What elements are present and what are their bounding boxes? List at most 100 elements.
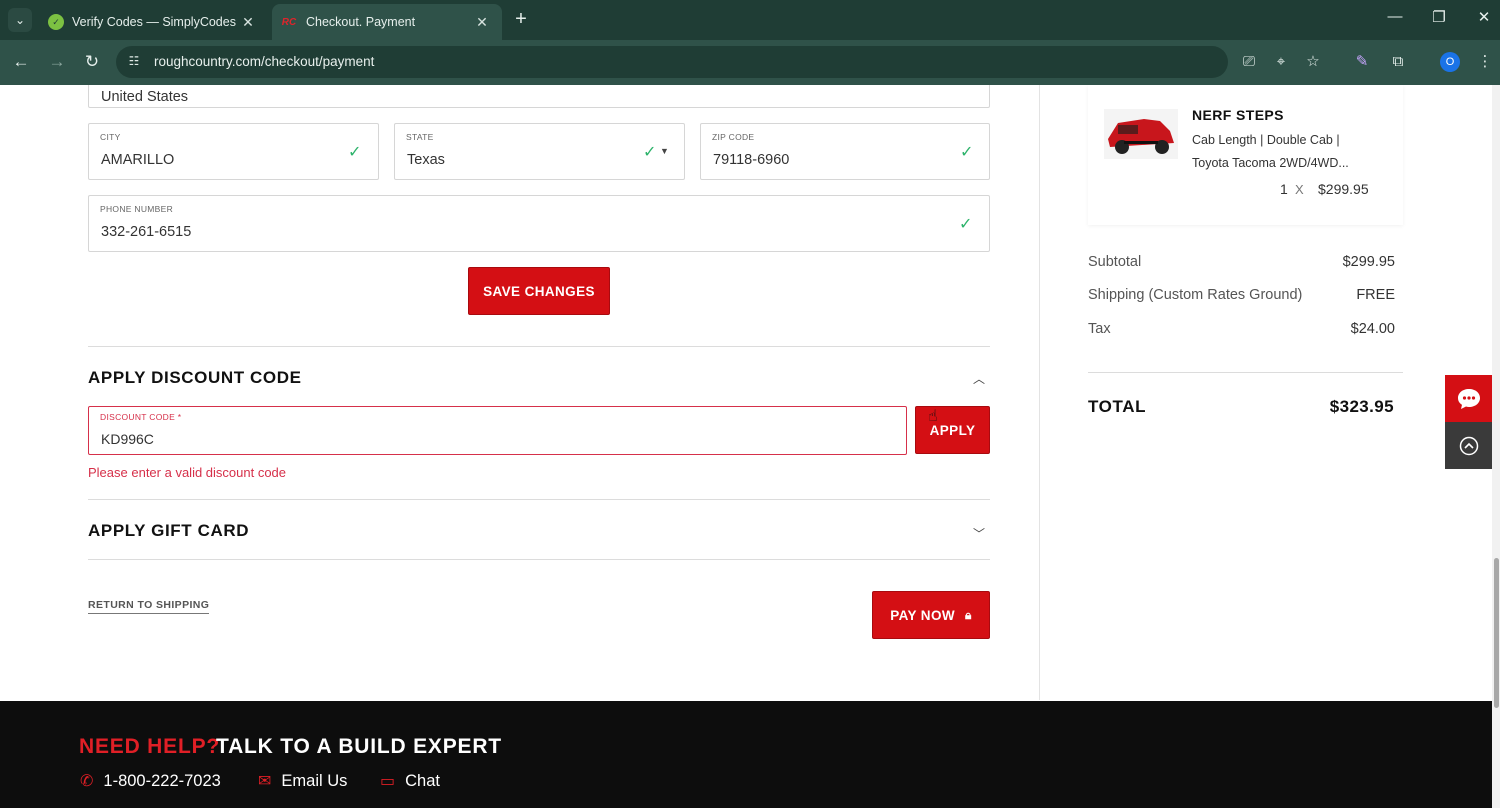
state-value: Texas (407, 152, 445, 168)
phone-icon: ✆ (80, 773, 94, 790)
tab-verify-codes[interactable]: ✓ Verify Codes — SimplyCodes ✕ (40, 4, 268, 40)
roughcountry-icon: RC (281, 16, 297, 28)
tab-title: Verify Codes — SimplyCodes (72, 15, 236, 29)
phone-field[interactable]: PHONE NUMBER 332-261-6515 ✓ (88, 195, 990, 252)
subtotal-value: $299.95 (1342, 254, 1395, 270)
nerf-steps-product-image (1104, 109, 1178, 159)
state-label: STATE (406, 132, 434, 142)
total-value: $323.95 (1329, 397, 1394, 416)
scrollbar-thumb[interactable] (1494, 558, 1499, 708)
country-value: United States (101, 89, 189, 105)
location-icon[interactable]: ⌖ (1270, 52, 1292, 74)
simplycodes-icon: ✓ (48, 14, 64, 30)
discount-code-label: DISCOUNT CODE * (100, 412, 182, 422)
divider (1088, 372, 1403, 373)
check-icon: ✓ (959, 216, 973, 233)
tax-label: Tax (1088, 321, 1111, 337)
tab-title: Checkout. Payment (306, 15, 416, 29)
subtotal-label: Subtotal (1088, 254, 1142, 270)
check-icon: ✓ (643, 144, 657, 161)
extensions-puzzle-icon[interactable]: ⧉ (1387, 52, 1409, 74)
apply-discount-button[interactable]: APPLY (915, 406, 990, 454)
talk-expert-heading: TALK TO A BUILD EXPERT (216, 735, 502, 758)
phone-contact-link[interactable]: ✆ 1-800-222-7023 (80, 771, 221, 791)
chat-bubble-icon (1457, 388, 1480, 409)
zip-field[interactable]: ZIP CODE 79118-6960 ✓ (700, 123, 990, 180)
city-value: AMARILLO (101, 152, 175, 168)
product-desc-line: Toyota Tacoma 2WD/4WD... (1192, 156, 1349, 170)
product-name: NERF STEPS (1192, 107, 1284, 123)
shipping-label: Shipping (Custom Rates Ground) (1088, 287, 1303, 303)
gift-card-section-title[interactable]: APPLY GIFT CARD (88, 521, 249, 541)
install-app-icon[interactable]: ⎚ (1238, 52, 1260, 74)
check-icon: ✓ (348, 144, 362, 161)
divider (88, 559, 990, 560)
tax-value: $24.00 (1350, 321, 1395, 337)
discount-section-title[interactable]: APPLY DISCOUNT CODE (88, 368, 302, 388)
restore-icon[interactable]: ❐ (1427, 8, 1451, 26)
email-label: Email Us (281, 771, 348, 790)
phone-value: 332-261-6515 (101, 224, 192, 240)
forward-icon[interactable]: → (46, 52, 68, 74)
caret-down-icon: ▼ (660, 146, 669, 156)
quantity-multiplier: X (1295, 182, 1304, 197)
state-select[interactable]: STATE Texas ✓ ▼ (394, 123, 685, 180)
scroll-to-top-button[interactable] (1445, 422, 1492, 469)
chat-label: Chat (405, 771, 440, 790)
tab-checkout-payment[interactable]: RC Checkout. Payment ✕ (272, 4, 502, 40)
shipping-value: FREE (1356, 287, 1395, 303)
address-bar[interactable]: ☷ roughcountry.com/checkout/payment (116, 46, 1228, 78)
product-quantity: 1 (1280, 181, 1288, 197)
discount-code-value: KD996C (101, 431, 154, 447)
divider (88, 346, 990, 347)
checkout-page: United States CITY AMARILLO ✓ STATE Texa… (0, 85, 1492, 808)
chat-contact-link[interactable]: ▭ Chat (380, 771, 440, 791)
bookmark-star-icon[interactable]: ☆ (1302, 52, 1324, 74)
browser-tab-bar: ⌄ ✓ Verify Codes — SimplyCodes ✕ RC Chec… (0, 0, 1500, 40)
close-icon[interactable]: ✕ (238, 14, 258, 31)
extension-feather-icon[interactable]: ✎ (1351, 52, 1373, 74)
help-footer: NEED HELP? TALK TO A BUILD EXPERT ✆ 1-80… (0, 701, 1492, 808)
column-divider (1039, 85, 1040, 700)
reload-icon[interactable]: ↻ (81, 52, 103, 74)
phone-label: PHONE NUMBER (100, 204, 174, 214)
chevron-down-icon[interactable]: ﹀ (973, 525, 985, 542)
tab-search-icon[interactable]: ⌄ (8, 8, 32, 32)
new-tab-icon[interactable]: + (510, 8, 532, 30)
mouse-pointer-icon: ☝ (928, 408, 938, 425)
product-description: Cab Length | Double Cab | Toyota Tacoma … (1192, 129, 1382, 175)
discount-code-input[interactable]: DISCOUNT CODE * KD996C (88, 406, 907, 455)
check-icon: ✓ (960, 144, 974, 161)
site-info-icon[interactable]: ☷ (126, 54, 142, 70)
kebab-menu-icon[interactable]: ⋮ (1474, 52, 1496, 74)
minimize-icon[interactable]: — (1383, 8, 1407, 25)
total-label: TOTAL (1088, 397, 1147, 416)
product-desc-line: Cab Length | Double Cab | (1192, 133, 1340, 147)
zip-value: 79118-6960 (713, 152, 790, 168)
zip-label: ZIP CODE (712, 132, 755, 142)
save-changes-button[interactable]: SAVE CHANGES (468, 267, 610, 315)
chat-widget-button[interactable] (1445, 375, 1492, 422)
window-close-icon[interactable]: ✕ (1472, 8, 1496, 26)
lock-icon: 🔒︎ (965, 607, 972, 622)
envelope-icon: ✉ (258, 773, 272, 790)
profile-avatar[interactable]: O (1440, 52, 1460, 72)
country-field[interactable]: United States (88, 85, 990, 108)
email-contact-link[interactable]: ✉ Email Us (258, 771, 347, 791)
url-text: roughcountry.com/checkout/payment (154, 54, 375, 69)
return-to-shipping-link[interactable]: RETURN TO SHIPPING (88, 599, 210, 614)
city-label: CITY (100, 132, 121, 142)
product-price: $299.95 (1318, 181, 1369, 197)
back-icon[interactable]: ← (10, 52, 32, 74)
city-field[interactable]: CITY AMARILLO ✓ (88, 123, 379, 180)
need-help-heading: NEED HELP? (79, 735, 221, 758)
pay-now-button[interactable]: PAY NOW 🔒︎ (872, 591, 990, 639)
chat-icon: ▭ (380, 773, 396, 790)
phone-number: 1-800-222-7023 (103, 771, 221, 790)
browser-toolbar: ← → ↻ ☷ roughcountry.com/checkout/paymen… (0, 40, 1500, 85)
close-icon[interactable]: ✕ (472, 14, 492, 31)
pay-now-label: PAY NOW (890, 607, 956, 623)
arrow-up-circle-icon (1459, 436, 1478, 455)
divider (88, 499, 990, 500)
chevron-up-icon[interactable]: ︿ (973, 370, 985, 387)
